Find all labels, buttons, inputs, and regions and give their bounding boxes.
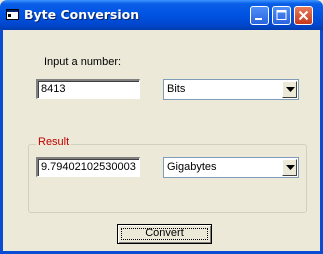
input-label: Input a number: bbox=[44, 56, 122, 68]
convert-button[interactable]: Convert bbox=[117, 224, 212, 244]
maximize-button[interactable] bbox=[272, 6, 291, 25]
maximize-icon bbox=[276, 10, 287, 20]
chevron-down-icon bbox=[286, 87, 295, 92]
title-bar[interactable]: Byte Conversion bbox=[0, 0, 323, 30]
input-unit-dropdown-button[interactable] bbox=[282, 81, 297, 98]
input-unit-value: Bits bbox=[167, 83, 186, 95]
convert-button-label: Convert bbox=[145, 227, 184, 239]
window-frame-left bbox=[0, 30, 3, 254]
result-group-label: Result bbox=[36, 136, 72, 148]
input-unit-select[interactable]: Bits bbox=[163, 79, 299, 100]
result-value-field[interactable]: 9.79402102530003 bbox=[36, 157, 140, 177]
minimize-button[interactable] bbox=[250, 6, 269, 25]
window-title: Byte Conversion bbox=[24, 7, 140, 22]
result-unit-select[interactable]: Gigabytes bbox=[163, 157, 299, 178]
close-icon bbox=[298, 10, 309, 21]
byte-conversion-window: Byte Conversion Input a number: 8413 Bit… bbox=[0, 0, 323, 254]
chevron-down-icon bbox=[286, 165, 295, 170]
result-group bbox=[28, 144, 307, 213]
app-icon[interactable] bbox=[6, 9, 19, 20]
result-unit-value: Gigabytes bbox=[167, 161, 217, 173]
minimize-icon bbox=[255, 18, 262, 20]
input-number-field[interactable]: 8413 bbox=[36, 79, 140, 99]
close-button[interactable] bbox=[294, 6, 313, 25]
result-unit-dropdown-button[interactable] bbox=[282, 159, 297, 176]
